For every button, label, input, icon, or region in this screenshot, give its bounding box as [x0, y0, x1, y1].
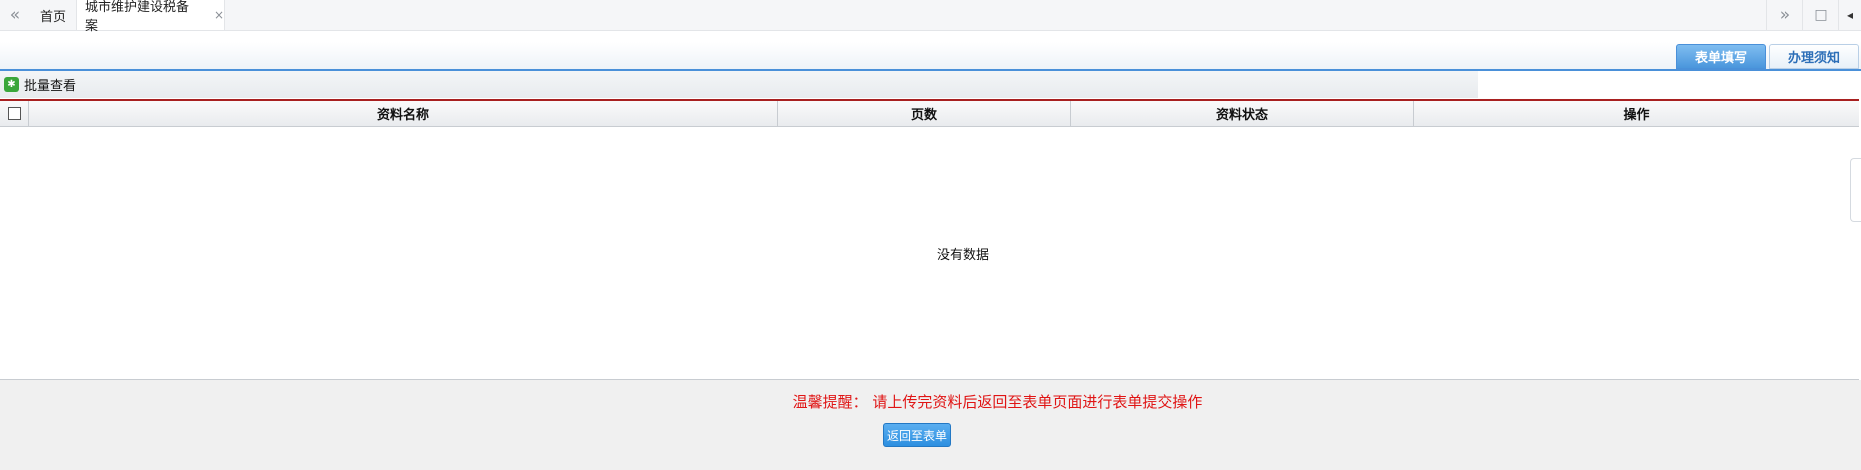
- tab-home-label: 首页: [39, 9, 66, 25]
- table-body: 没有数据: [0, 127, 1859, 380]
- tab-city-maintenance-tax-filing[interactable]: 城市维护建设税备案 ×: [77, 0, 225, 34]
- table-header: 资料名称 页数 资料状态 操作: [0, 99, 1859, 127]
- side-panel-handle[interactable]: [1850, 158, 1861, 222]
- empty-state-text: 没有数据: [936, 247, 989, 263]
- toolbar: ✱ 批量查看: [0, 71, 1478, 98]
- column-header-document-status[interactable]: 资料状态: [1071, 101, 1414, 126]
- select-all-cell: [0, 101, 29, 126]
- select-all-checkbox[interactable]: [7, 107, 21, 120]
- batch-view-icon: ✱: [4, 77, 19, 92]
- maximize-icon[interactable]: □: [1802, 0, 1839, 30]
- close-icon[interactable]: ×: [214, 8, 224, 22]
- more-menu-icon[interactable]: ◂: [1838, 0, 1861, 30]
- reminder-text: 温馨提醒： 请上传完资料后返回至表单页面进行表单提交操作: [792, 393, 1203, 411]
- column-header-pages[interactable]: 页数: [778, 101, 1071, 126]
- scroll-tabs-left-icon[interactable]: «: [0, 0, 31, 30]
- tab-form-fill[interactable]: 表单填写: [1676, 44, 1766, 69]
- batch-view-button[interactable]: ✱ 批量查看: [4, 75, 76, 94]
- batch-view-label: 批量查看: [24, 79, 77, 94]
- tab-instructions[interactable]: 办理须知: [1769, 44, 1859, 69]
- footer-panel: 温馨提醒： 请上传完资料后返回至表单页面进行表单提交操作 返回至表单: [0, 380, 1861, 470]
- column-header-actions[interactable]: 操作: [1414, 101, 1859, 126]
- view-tab-bar: 表单填写 办理须知: [0, 42, 1861, 71]
- column-header-document-name[interactable]: 资料名称: [29, 101, 778, 126]
- return-to-form-button[interactable]: 返回至表单: [883, 423, 951, 447]
- tab-strip: « 首页 城市维护建设税备案 × » □ ◂: [0, 0, 1861, 34]
- tab-active-label: 城市维护建设税备案: [85, 0, 190, 34]
- scroll-tabs-right-icon[interactable]: »: [1766, 0, 1803, 30]
- tab-home[interactable]: 首页: [30, 0, 77, 30]
